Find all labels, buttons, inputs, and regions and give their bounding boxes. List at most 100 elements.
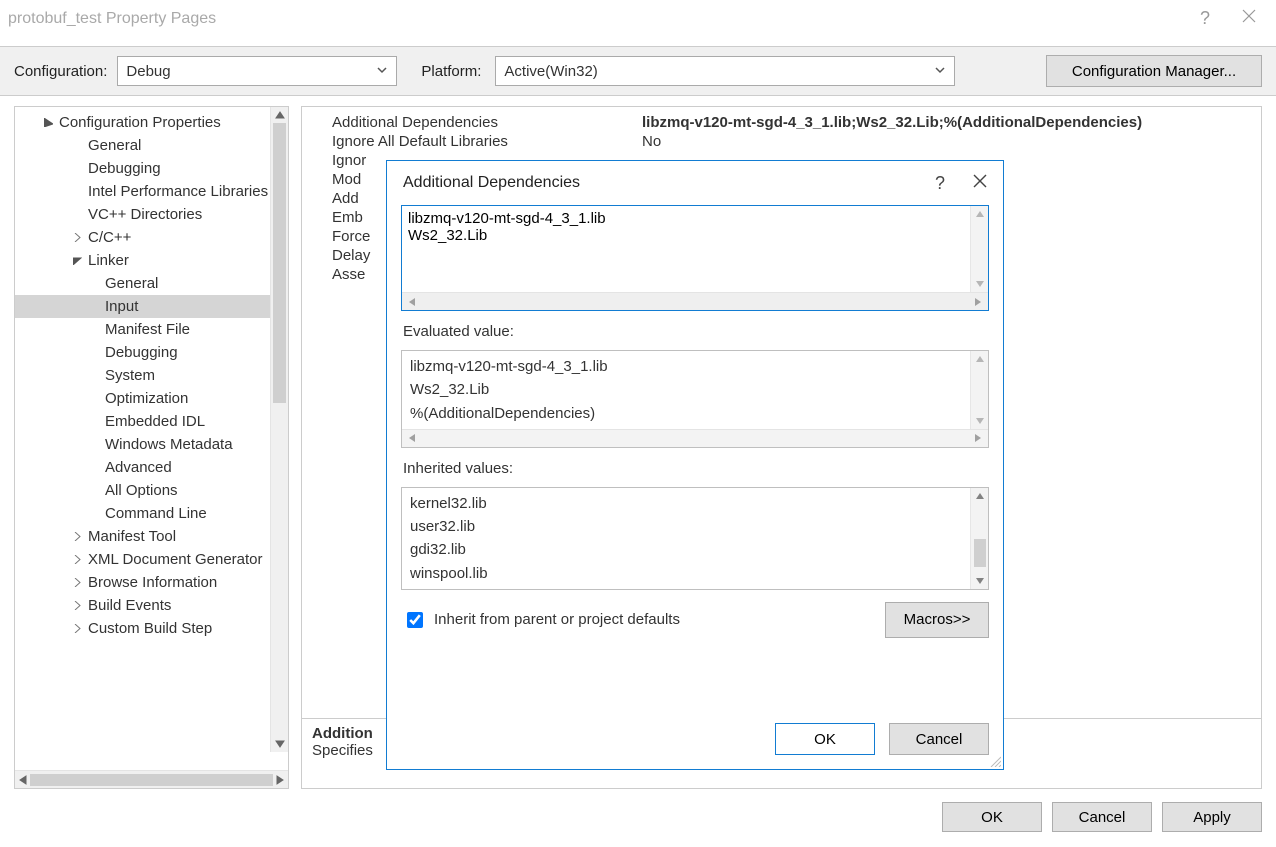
config-row: Configuration: Debug Platform: Active(Wi… bbox=[0, 46, 1276, 96]
tree-item[interactable]: VC++ Directories bbox=[15, 203, 288, 226]
scroll-up-icon[interactable] bbox=[975, 354, 985, 364]
inherit-checkbox-label[interactable]: Inherit from parent or project defaults bbox=[403, 609, 680, 631]
scroll-down-icon[interactable] bbox=[975, 416, 985, 426]
tree-item[interactable]: Browse Information bbox=[15, 571, 288, 594]
dialog-ok-button[interactable]: OK bbox=[775, 723, 875, 755]
tree-item-label: General bbox=[88, 137, 141, 154]
expander-icon[interactable] bbox=[70, 256, 84, 265]
close-icon[interactable] bbox=[1242, 9, 1256, 28]
ok-button[interactable]: OK bbox=[942, 802, 1042, 832]
expander-icon[interactable] bbox=[70, 233, 84, 242]
inherited-vscroll[interactable] bbox=[970, 488, 988, 589]
apply-button[interactable]: Apply bbox=[1162, 802, 1262, 832]
scroll-up-icon[interactable] bbox=[975, 491, 985, 501]
scroll-right-icon[interactable] bbox=[973, 297, 983, 307]
tree-item-label: Input bbox=[105, 298, 138, 315]
tree-item[interactable]: Intel Performance Libraries bbox=[15, 180, 288, 203]
dependencies-edit-box bbox=[401, 205, 989, 311]
tree-item[interactable]: Command Line bbox=[15, 502, 288, 525]
tree-item[interactable]: Manifest File bbox=[15, 318, 288, 341]
titlebar-controls: ? bbox=[1200, 6, 1266, 29]
scroll-left-icon[interactable] bbox=[407, 297, 417, 307]
tree-item[interactable]: General bbox=[15, 134, 288, 157]
tree-item[interactable]: Advanced bbox=[15, 456, 288, 479]
tree-item[interactable]: Custom Build Step bbox=[15, 617, 288, 640]
property-value: libzmq-v120-mt-sgd-4_3_1.lib;Ws2_32.Lib;… bbox=[642, 114, 1261, 131]
tree-item[interactable]: Build Events bbox=[15, 594, 288, 617]
titlebar: protobuf_test Property Pages ? bbox=[0, 0, 1276, 46]
window-title: protobuf_test Property Pages bbox=[8, 6, 216, 28]
scroll-left-icon[interactable] bbox=[407, 433, 417, 443]
help-icon[interactable]: ? bbox=[1200, 8, 1210, 29]
tree-item[interactable]: Windows Metadata bbox=[15, 433, 288, 456]
expander-icon[interactable] bbox=[70, 601, 84, 610]
evaluated-wrap: libzmq-v120-mt-sgd-4_3_1.lib Ws2_32.Lib … bbox=[401, 350, 989, 448]
inherit-checkbox[interactable] bbox=[407, 612, 423, 628]
tree-item[interactable]: C/C++ bbox=[15, 226, 288, 249]
scroll-left-icon[interactable] bbox=[18, 775, 28, 785]
expander-icon[interactable] bbox=[70, 555, 84, 564]
evaluated-hscroll[interactable] bbox=[402, 429, 988, 447]
expander-icon[interactable] bbox=[70, 624, 84, 633]
tree-item-label: Optimization bbox=[105, 390, 188, 407]
tree-item[interactable]: Optimization bbox=[15, 387, 288, 410]
scroll-down-icon[interactable] bbox=[975, 279, 985, 289]
cancel-button[interactable]: Cancel bbox=[1052, 802, 1152, 832]
tree-item-label: C/C++ bbox=[88, 229, 131, 246]
configuration-manager-button[interactable]: Configuration Manager... bbox=[1046, 55, 1262, 87]
tree-item[interactable]: Debugging bbox=[15, 157, 288, 180]
tree-item-label: System bbox=[105, 367, 155, 384]
platform-combo[interactable]: Active(Win32) bbox=[495, 56, 955, 86]
configuration-combo[interactable]: Debug bbox=[117, 56, 397, 86]
resize-grip-icon[interactable] bbox=[987, 753, 1001, 767]
dependencies-textarea[interactable] bbox=[402, 206, 988, 292]
tree-item[interactable]: Manifest Tool bbox=[15, 525, 288, 548]
tree-item-label: Linker bbox=[88, 252, 129, 269]
chevron-down-icon bbox=[934, 63, 946, 80]
tree-item[interactable]: All Options bbox=[15, 479, 288, 502]
inherit-row: Inherit from parent or project defaults … bbox=[401, 598, 989, 638]
scroll-up-icon[interactable] bbox=[975, 209, 985, 219]
tree[interactable]: Configuration Properties General Debuggin… bbox=[15, 107, 288, 770]
scroll-right-icon[interactable] bbox=[973, 433, 983, 443]
tree-item[interactable]: System bbox=[15, 364, 288, 387]
property-row[interactable]: Additional Dependencieslibzmq-v120-mt-sg… bbox=[302, 113, 1261, 132]
tree-item[interactable]: Debugging bbox=[15, 341, 288, 364]
evaluated-value: libzmq-v120-mt-sgd-4_3_1.lib Ws2_32.Lib … bbox=[402, 351, 988, 429]
tree-item-label: General bbox=[105, 275, 158, 292]
expander-icon[interactable] bbox=[41, 118, 55, 127]
scroll-down-icon[interactable] bbox=[975, 576, 985, 586]
scroll-thumb-horizontal[interactable] bbox=[30, 774, 273, 786]
tree-scrollbar-vertical[interactable] bbox=[270, 107, 288, 752]
dialog-cancel-button[interactable]: Cancel bbox=[889, 723, 989, 755]
scroll-right-icon[interactable] bbox=[275, 775, 285, 785]
tree-item[interactable]: XML Document Generator bbox=[15, 548, 288, 571]
expander-icon[interactable] bbox=[70, 578, 84, 587]
tree-item[interactable]: General bbox=[15, 272, 288, 295]
footer: OK Cancel Apply bbox=[0, 797, 1276, 847]
edit-vscroll[interactable] bbox=[970, 206, 988, 292]
tree-item-label: XML Document Generator bbox=[88, 551, 263, 568]
dialog-titlebar: Additional Dependencies ? bbox=[387, 161, 1003, 205]
dialog-help-icon[interactable]: ? bbox=[935, 173, 945, 194]
tree-item[interactable]: Input bbox=[15, 295, 288, 318]
evaluated-vscroll[interactable] bbox=[970, 351, 988, 429]
tree-item-label: Windows Metadata bbox=[105, 436, 233, 453]
tree-item[interactable]: Embedded IDL bbox=[15, 410, 288, 433]
tree-item-label: Manifest File bbox=[105, 321, 190, 338]
tree-scrollbar-horizontal[interactable] bbox=[15, 770, 288, 788]
scroll-thumb[interactable] bbox=[974, 539, 986, 567]
scroll-up-icon[interactable] bbox=[271, 107, 288, 123]
inherited-box: kernel32.lib user32.lib gdi32.lib winspo… bbox=[401, 487, 989, 590]
edit-hscroll[interactable] bbox=[402, 292, 988, 310]
scroll-thumb[interactable] bbox=[273, 123, 286, 403]
property-row[interactable]: Ignore All Default LibrariesNo bbox=[302, 132, 1261, 151]
property-value: No bbox=[642, 133, 1261, 150]
expander-icon[interactable] bbox=[70, 532, 84, 541]
tree-item[interactable]: Linker bbox=[15, 249, 288, 272]
tree-root[interactable]: Configuration Properties bbox=[15, 111, 288, 134]
macros-button[interactable]: Macros>> bbox=[885, 602, 989, 638]
scroll-down-icon[interactable] bbox=[271, 736, 288, 752]
dialog-footer: OK Cancel bbox=[387, 713, 1003, 769]
dialog-close-icon[interactable] bbox=[973, 174, 987, 193]
